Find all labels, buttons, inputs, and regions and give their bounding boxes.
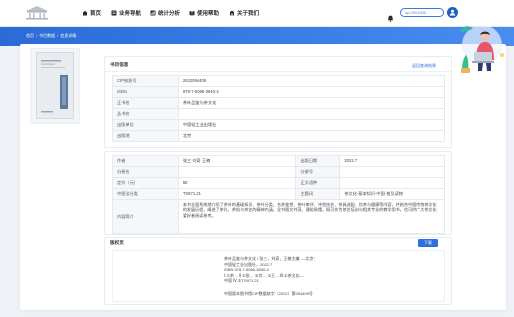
table-row: 正书名 茶叶品鉴与茶文化 — [113, 98, 445, 109]
bell-icon — [387, 15, 394, 22]
field-value: 2022.7 — [340, 156, 446, 167]
book-cover-image[interactable] — [36, 52, 74, 119]
table-row: 中图法分类 TS971.21 主题词 茶文化-基本知识-中国-普及读物 — [113, 189, 446, 200]
breadcrumb-separator: / — [36, 33, 38, 38]
field-label: CIP核准号 — [113, 76, 179, 87]
breadcrumb-book-data[interactable]: 书目数据 — [39, 33, 55, 39]
field-value: 张三 刘奇 王楠 — [178, 156, 297, 167]
table-row: 分册名 分册号 — [113, 167, 446, 178]
nav-business-guide[interactable]: 业务导航 — [111, 9, 141, 17]
field-value: 中国轻工业出版社 — [178, 120, 445, 131]
info-icon — [230, 10, 234, 16]
banner-illustration — [452, 15, 510, 75]
nav-statistics[interactable]: 统计分析 — [150, 9, 180, 17]
back-to-results-link[interactable]: 返回查询结果 — [412, 63, 436, 69]
field-label: 主题词 — [296, 189, 341, 200]
nav-home[interactable]: 首页 — [82, 9, 101, 17]
table-row: 丛书名 — [113, 109, 445, 120]
nav-about[interactable]: 关于我们 — [229, 9, 259, 17]
abstract-row: 内容简介 本书全面系统地介绍了茶叶的基础知识、茶叶分类、名茶鉴赏、茶叶审评、冲泡… — [113, 200, 445, 234]
nav-business-guide-label: 业务导航 — [119, 11, 142, 17]
table-row: 作者 张三 刘奇 王楠 出版日期 2022.7 — [113, 156, 446, 167]
field-label: 分册名 — [113, 167, 179, 178]
breadcrumb-current: 信息详情 — [60, 33, 77, 38]
table-row: 出版单位 中国轻工业出版社 — [113, 120, 445, 131]
site-logo[interactable] — [22, 4, 52, 21]
table-row: ISBN 978-7-5066-3840-4 — [113, 87, 445, 98]
notification-button[interactable] — [387, 9, 394, 22]
section-divider — [104, 71, 452, 72]
field-label: 出版日期 — [296, 156, 341, 167]
field-label: 出版地 — [113, 131, 179, 142]
field-value — [340, 178, 446, 189]
abstract-label: 内容简介 — [113, 200, 179, 234]
nav-help-label: 使用帮助 — [197, 11, 220, 17]
cip-line: 茶叶品鉴与茶文化 / 张三，刘奇，王楠主编. —北京： — [224, 256, 318, 261]
field-label: 丛书名 — [113, 109, 179, 120]
list-icon — [111, 10, 117, 16]
basic-info-title: 书目信息 — [110, 62, 129, 67]
cip-approval-number: 中国版本图书馆CIP数据核字（2022）第094409号 — [224, 291, 313, 296]
cip-line: 中国 Ⅳ.①TS971.21 — [224, 278, 259, 284]
download-button[interactable]: 下载 — [418, 239, 438, 247]
nav-statistics-label: 统计分析 — [158, 11, 181, 17]
field-value: 北京 — [178, 131, 445, 142]
table-row: 定价（元） 58 正文语种 — [113, 178, 446, 189]
field-value: 58 — [178, 178, 297, 189]
field-label: 正文语种 — [296, 178, 341, 189]
field-value — [340, 167, 446, 178]
top-nav-bar: 首页 业务导航 统计分析 使用帮助 关于我们 sp-0001000 — [0, 0, 514, 26]
home-icon — [82, 10, 88, 16]
field-label: 出版单位 — [113, 120, 179, 131]
field-value — [178, 109, 445, 120]
breadcrumb-home[interactable]: 首页 — [26, 33, 34, 39]
field-value: 茶文化-基本知识-中国-普及读物 — [340, 189, 446, 200]
field-label: 中图法分类 — [113, 189, 179, 200]
book-icon — [189, 11, 195, 16]
table-row: CIP核准号 2022094409 — [113, 76, 445, 87]
cip-data-text: 茶叶品鉴与茶文化 / 张三，刘奇，王楠主编. —北京： 中国轻工业出版社，202… — [224, 256, 318, 284]
field-value: 茶叶品鉴与茶文化 — [178, 98, 445, 109]
basic-info-table: CIP核准号 2022094409 ISBN 978-7-5066-3840-4… — [112, 75, 445, 142]
field-label: ISBN — [113, 87, 179, 98]
book-cover-graphic — [37, 53, 73, 118]
field-label: 分册号 — [296, 167, 341, 178]
field-value: 2022094409 — [178, 76, 445, 87]
breadcrumb-separator: / — [57, 33, 59, 38]
field-label: 定价（元） — [113, 178, 179, 189]
field-label: 正书名 — [113, 98, 179, 109]
nav-help[interactable]: 使用帮助 — [189, 9, 219, 17]
table-row: 出版地 北京 — [113, 131, 445, 142]
abstract-text: 本书全面系统地介绍了茶叶的基础知识、茶叶分类、名茶鉴赏、茶叶审评、冲泡技艺、茶具… — [178, 200, 445, 234]
chart-icon — [150, 10, 156, 16]
details-table: 作者 张三 刘奇 王楠 出版日期 2022.7 分册名 分册号 定价（元） 58… — [112, 155, 446, 234]
nav-about-label: 关于我们 — [237, 11, 260, 17]
nav-home-label: 首页 — [90, 11, 102, 17]
copyright-title: 版权页 — [110, 240, 124, 245]
account-search-input[interactable]: sp-0001000 — [400, 8, 444, 17]
field-value — [178, 167, 297, 178]
field-value: 978-7-5066-3840-4 — [178, 87, 445, 98]
building-logo-icon — [26, 6, 48, 20]
person-with-laptop-illustration — [460, 21, 504, 73]
field-label: 作者 — [113, 156, 179, 167]
search-input-value: sp-0001000 — [405, 10, 427, 15]
field-value: TS971.21 — [178, 189, 297, 200]
breadcrumb: 首页 / 书目数据 / 信息详情 — [26, 33, 76, 39]
